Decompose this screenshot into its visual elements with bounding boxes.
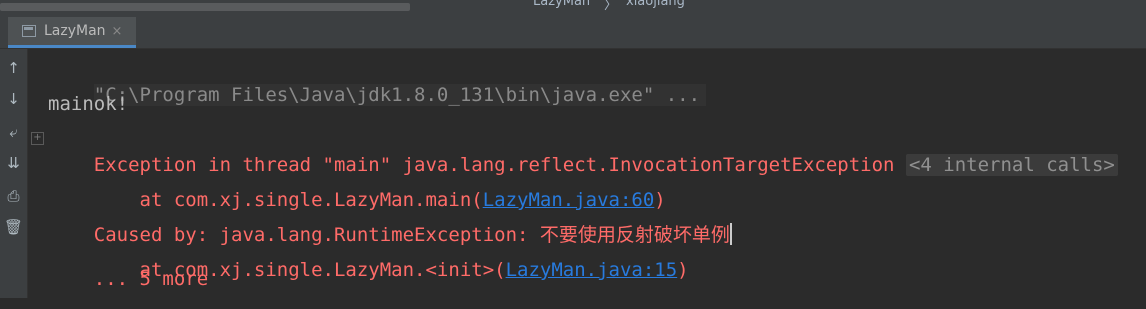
internal-calls-fold[interactable]: <4 internal calls> [905,154,1118,176]
source-link[interactable]: LazyMan.java:15 [506,259,678,281]
tab-label: LazyMan [44,23,106,39]
output-line: mainok! [48,93,129,115]
stack-frame-end: ) [677,259,689,281]
console-toolbar: ↑ ↓ ⤶ ⇊ ⎙ 🗑 [0,49,28,298]
soft-wrap-icon[interactable]: ⤶ [0,119,27,145]
text-caret [729,223,732,245]
console-icon [22,25,36,37]
up-arrow-icon[interactable]: ↑ [0,55,27,81]
console-output[interactable]: "C:\Program Files\Java\jdk1.8.0_131\bin\… [28,49,1146,298]
scroll-to-end-icon[interactable]: ⇊ [0,150,27,176]
java-command[interactable]: "C:\Program Files\Java\jdk1.8.0_131\bin\… [93,84,707,106]
command-line: "C:\Program Files\Java\jdk1.8.0_131\bin\… [48,56,707,134]
breadcrumb-author[interactable]: xiaojiang [626,0,685,9]
run-tab-bar: LazyMan × [0,14,1146,49]
close-icon[interactable]: × [112,24,123,39]
trash-icon[interactable]: 🗑 [0,214,27,240]
title-bar: LazyMan 〉 xiaojiang [0,0,1146,14]
breadcrumb-project[interactable]: LazyMan [533,0,590,9]
tab-lazyman[interactable]: LazyMan × [8,17,136,48]
breadcrumb-separator: 〉 [604,0,618,13]
print-icon[interactable]: ⎙ [0,183,27,209]
more-frames-line: ... 5 more [48,268,209,290]
horizontal-scrollbar[interactable] [0,3,410,11]
down-arrow-icon[interactable]: ↓ [0,86,27,112]
expand-icon[interactable]: + [31,132,44,145]
